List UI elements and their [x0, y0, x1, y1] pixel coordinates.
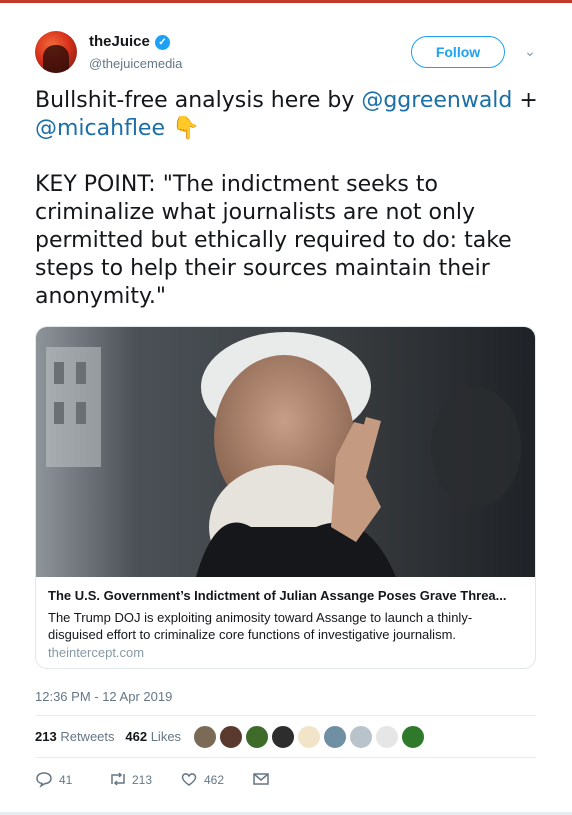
likes-label: Likes — [150, 729, 182, 744]
liker-avatar[interactable] — [271, 725, 295, 749]
likes-count: 462 — [125, 729, 148, 744]
tweet-prefix: Bullshit-free analysis here by — [35, 88, 362, 113]
liker-avatar[interactable] — [193, 725, 217, 749]
heart-icon — [181, 773, 197, 786]
follow-button[interactable]: Follow — [411, 36, 505, 68]
retweets-count: 213 — [35, 729, 57, 744]
mention-link-ggreenwald[interactable]: @ggreenwald — [361, 88, 512, 113]
card-image — [36, 327, 535, 577]
retweet-button[interactable]: 213 — [108, 770, 152, 791]
mention-link-micahflee[interactable]: @micahflee — [35, 116, 165, 141]
envelope-icon — [253, 773, 269, 785]
divider-bottom — [35, 757, 536, 758]
avatar-figure — [43, 45, 69, 73]
tweet-actions: 41 213 462 — [35, 770, 295, 790]
liker-avatar[interactable] — [297, 725, 321, 749]
reply-icon — [36, 772, 52, 788]
like-count: 462 — [204, 773, 225, 787]
liker-avatar[interactable] — [375, 725, 399, 749]
window-top-accent — [0, 0, 572, 3]
retweets-label: Retweets — [60, 729, 115, 744]
divider-top — [35, 715, 536, 716]
tweet-line-1: Bullshit-free analysis here by @ggreenwa… — [35, 87, 545, 143]
card-domain: theintercept.com — [48, 645, 145, 660]
tweet-quote: KEY POINT: "The indictment seeks to crim… — [35, 172, 512, 309]
like-button[interactable]: 462 — [180, 770, 224, 791]
retweet-count: 213 — [132, 773, 153, 787]
direct-message-button[interactable] — [252, 770, 270, 791]
tweet-text: Bullshit-free analysis here by @ggreenwa… — [35, 87, 545, 311]
reply-count: 41 — [59, 773, 73, 787]
card-description: The Trump DOJ is exploiting animosity to… — [48, 610, 473, 642]
timestamp[interactable]: 12:36 PM - 12 Apr 2019 — [35, 689, 172, 704]
pointing-down-emoji-icon: 👇 — [172, 116, 200, 141]
verified-badge-icon: ✓ — [155, 35, 170, 50]
liker-avatar[interactable] — [219, 725, 243, 749]
card-title[interactable]: The U.S. Government’s Indictment of Juli… — [48, 588, 526, 603]
retweets-stat[interactable]: 213 Retweets — [35, 729, 115, 744]
engagement-stats: 213 Retweets 462 Likes — [35, 729, 181, 744]
link-card[interactable]: The U.S. Government’s Indictment of Juli… — [35, 326, 536, 669]
retweet-icon — [111, 772, 125, 786]
liker-avatar[interactable] — [323, 725, 347, 749]
chevron-down-icon[interactable]: ⌄ — [521, 42, 539, 60]
liker-avatar[interactable] — [401, 725, 425, 749]
likes-stat[interactable]: 462 Likes — [125, 729, 181, 744]
reply-button[interactable]: 41 — [35, 770, 72, 791]
user-handle[interactable]: @thejuicemedia — [89, 56, 182, 71]
liker-avatar[interactable] — [245, 725, 269, 749]
display-name[interactable]: theJuice — [89, 33, 150, 50]
tweet-plus: + — [512, 88, 538, 113]
avatar[interactable] — [35, 31, 77, 73]
liker-avatar[interactable] — [349, 725, 373, 749]
